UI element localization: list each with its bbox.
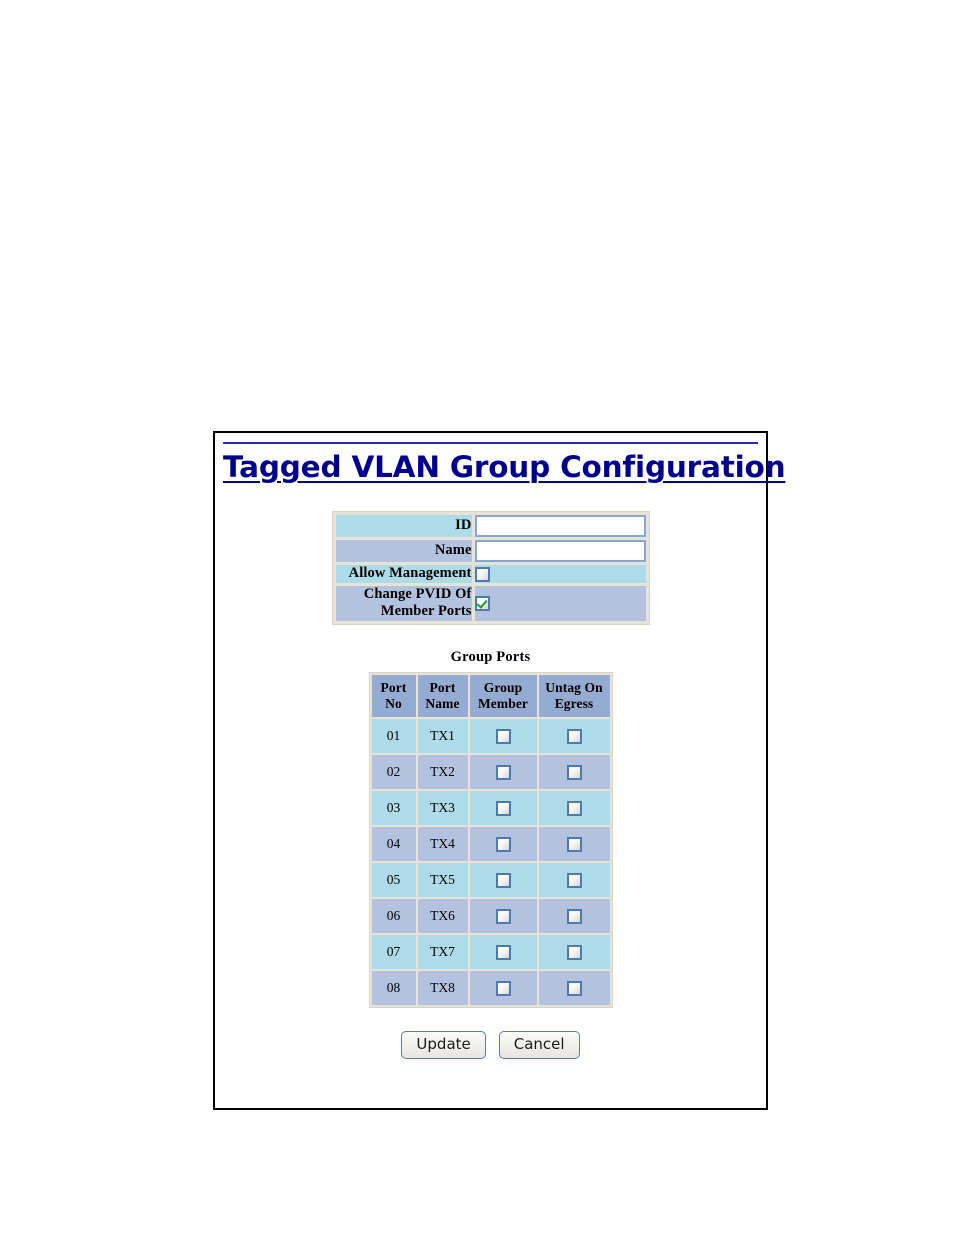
page-title-text: Tagged VLAN Group Configuration [223, 450, 786, 484]
group-ports-table: Port No Port Name Group Member Untag On … [368, 672, 613, 1008]
cell-port-name: TX1 [417, 718, 468, 753]
group-member-line2: Member [477, 695, 529, 711]
cell-port-name: TX5 [417, 862, 468, 897]
cell-port-no: 05 [371, 862, 416, 897]
cell-group-member [469, 970, 537, 1005]
name-field-cell [474, 540, 646, 562]
cell-port-no: 04 [371, 826, 416, 861]
group-member-checkbox[interactable] [495, 801, 511, 817]
cell-untag-on-egress [538, 826, 610, 861]
cell-port-name: TX2 [417, 754, 468, 789]
cell-untag-on-egress [538, 970, 610, 1005]
vlan-form-section: ID Name Allow Management Change PVID Of … [215, 511, 766, 626]
untag-on-egress-checkbox[interactable] [566, 801, 582, 817]
allow-management-checkbox[interactable] [474, 566, 490, 582]
group-member-checkbox[interactable] [495, 765, 511, 781]
cell-group-member [469, 718, 537, 753]
change-pvid-label-line1: Change PVID Of [363, 585, 472, 602]
group-ports-body: 01 TX1 02 TX2 03 TX3 04 TX4 05 TX5 06 TX6 07 TX7 08 TX8 [371, 718, 610, 1005]
column-header-port-no: Port No [371, 675, 416, 717]
port-no-line2: No [385, 695, 402, 711]
cell-port-name: TX4 [417, 826, 468, 861]
cell-port-no: 06 [371, 898, 416, 933]
cell-group-member [469, 826, 537, 861]
cell-port-name: TX8 [417, 970, 468, 1005]
port-name-line2: Name [425, 695, 460, 711]
name-input[interactable] [474, 540, 646, 562]
cell-port-no: 07 [371, 934, 416, 969]
name-label: Name [335, 540, 472, 562]
group-ports-caption: Group Ports [450, 649, 531, 666]
cell-group-member [469, 898, 537, 933]
form-row-allow-management: Allow Management [335, 565, 646, 583]
untag-on-egress-checkbox[interactable] [566, 765, 582, 781]
form-row-change-pvid: Change PVID Of Member Ports [335, 585, 646, 622]
table-row: 07 TX7 [371, 934, 610, 969]
port-no-line1: Port [380, 680, 407, 696]
cell-group-member [469, 790, 537, 825]
untag-on-egress-checkbox[interactable] [566, 873, 582, 889]
id-input[interactable] [474, 515, 646, 537]
form-row-name: Name [335, 540, 646, 562]
group-member-checkbox[interactable] [495, 981, 511, 997]
vlan-form-table: ID Name Allow Management Change PVID Of … [331, 511, 650, 626]
group-ports-section: Port No Port Name Group Member Untag On … [215, 672, 766, 1008]
cell-untag-on-egress [538, 718, 610, 753]
group-member-line1: Group [483, 680, 523, 696]
allow-management-label: Allow Management [335, 565, 472, 583]
update-button[interactable]: Update [401, 1030, 486, 1060]
cell-port-no: 08 [371, 970, 416, 1005]
allow-management-field-cell [474, 565, 646, 583]
cell-port-name: TX6 [417, 898, 468, 933]
page-title: Tagged VLAN Group Configuration [223, 442, 786, 484]
cell-untag-on-egress [538, 754, 610, 789]
port-name-line1: Port [429, 680, 456, 696]
column-header-port-name: Port Name [417, 675, 468, 717]
untag-egress-line2: Egress [554, 695, 594, 711]
group-member-checkbox[interactable] [495, 909, 511, 925]
group-ports-header-row: Port No Port Name Group Member Untag On … [371, 675, 610, 717]
untag-on-egress-checkbox[interactable] [566, 945, 582, 961]
table-row: 08 TX8 [371, 970, 610, 1005]
table-row: 06 TX6 [371, 898, 610, 933]
change-pvid-label: Change PVID Of Member Ports [335, 585, 472, 622]
untag-on-egress-checkbox[interactable] [566, 729, 582, 745]
group-member-checkbox[interactable] [495, 873, 511, 889]
table-row: 04 TX4 [371, 826, 610, 861]
cell-group-member [469, 862, 537, 897]
cell-port-name: TX7 [417, 934, 468, 969]
cell-untag-on-egress [538, 862, 610, 897]
cell-untag-on-egress [538, 790, 610, 825]
change-pvid-checkbox[interactable] [474, 596, 490, 612]
cell-group-member [469, 754, 537, 789]
untag-on-egress-checkbox[interactable] [566, 837, 582, 853]
vlan-config-page: Tagged VLAN Group Configuration ID Name [213, 431, 786, 1110]
cell-untag-on-egress [538, 934, 610, 969]
cell-port-name: TX3 [417, 790, 468, 825]
group-member-checkbox[interactable] [495, 837, 511, 853]
table-row: 01 TX1 [371, 718, 610, 753]
cell-port-no: 02 [371, 754, 416, 789]
untag-on-egress-checkbox[interactable] [566, 981, 582, 997]
table-row: 05 TX5 [371, 862, 610, 897]
cell-untag-on-egress [538, 898, 610, 933]
table-row: 03 TX3 [371, 790, 610, 825]
cell-port-no: 01 [371, 718, 416, 753]
table-row: 02 TX2 [371, 754, 610, 789]
group-member-checkbox[interactable] [495, 729, 511, 745]
cancel-button[interactable]: Cancel [498, 1030, 580, 1060]
untag-egress-line1: Untag On [545, 680, 603, 696]
change-pvid-label-line2: Member Ports [380, 603, 472, 620]
id-field-cell [474, 515, 646, 537]
action-buttons: Update Cancel [215, 1030, 766, 1060]
form-row-id: ID [335, 515, 646, 537]
cell-group-member [469, 934, 537, 969]
column-header-untag-on-egress: Untag On Egress [538, 675, 610, 717]
column-header-group-member: Group Member [469, 675, 537, 717]
untag-on-egress-checkbox[interactable] [566, 909, 582, 925]
change-pvid-field-cell [474, 585, 646, 622]
group-member-checkbox[interactable] [495, 945, 511, 961]
id-label: ID [335, 515, 472, 537]
cell-port-no: 03 [371, 790, 416, 825]
